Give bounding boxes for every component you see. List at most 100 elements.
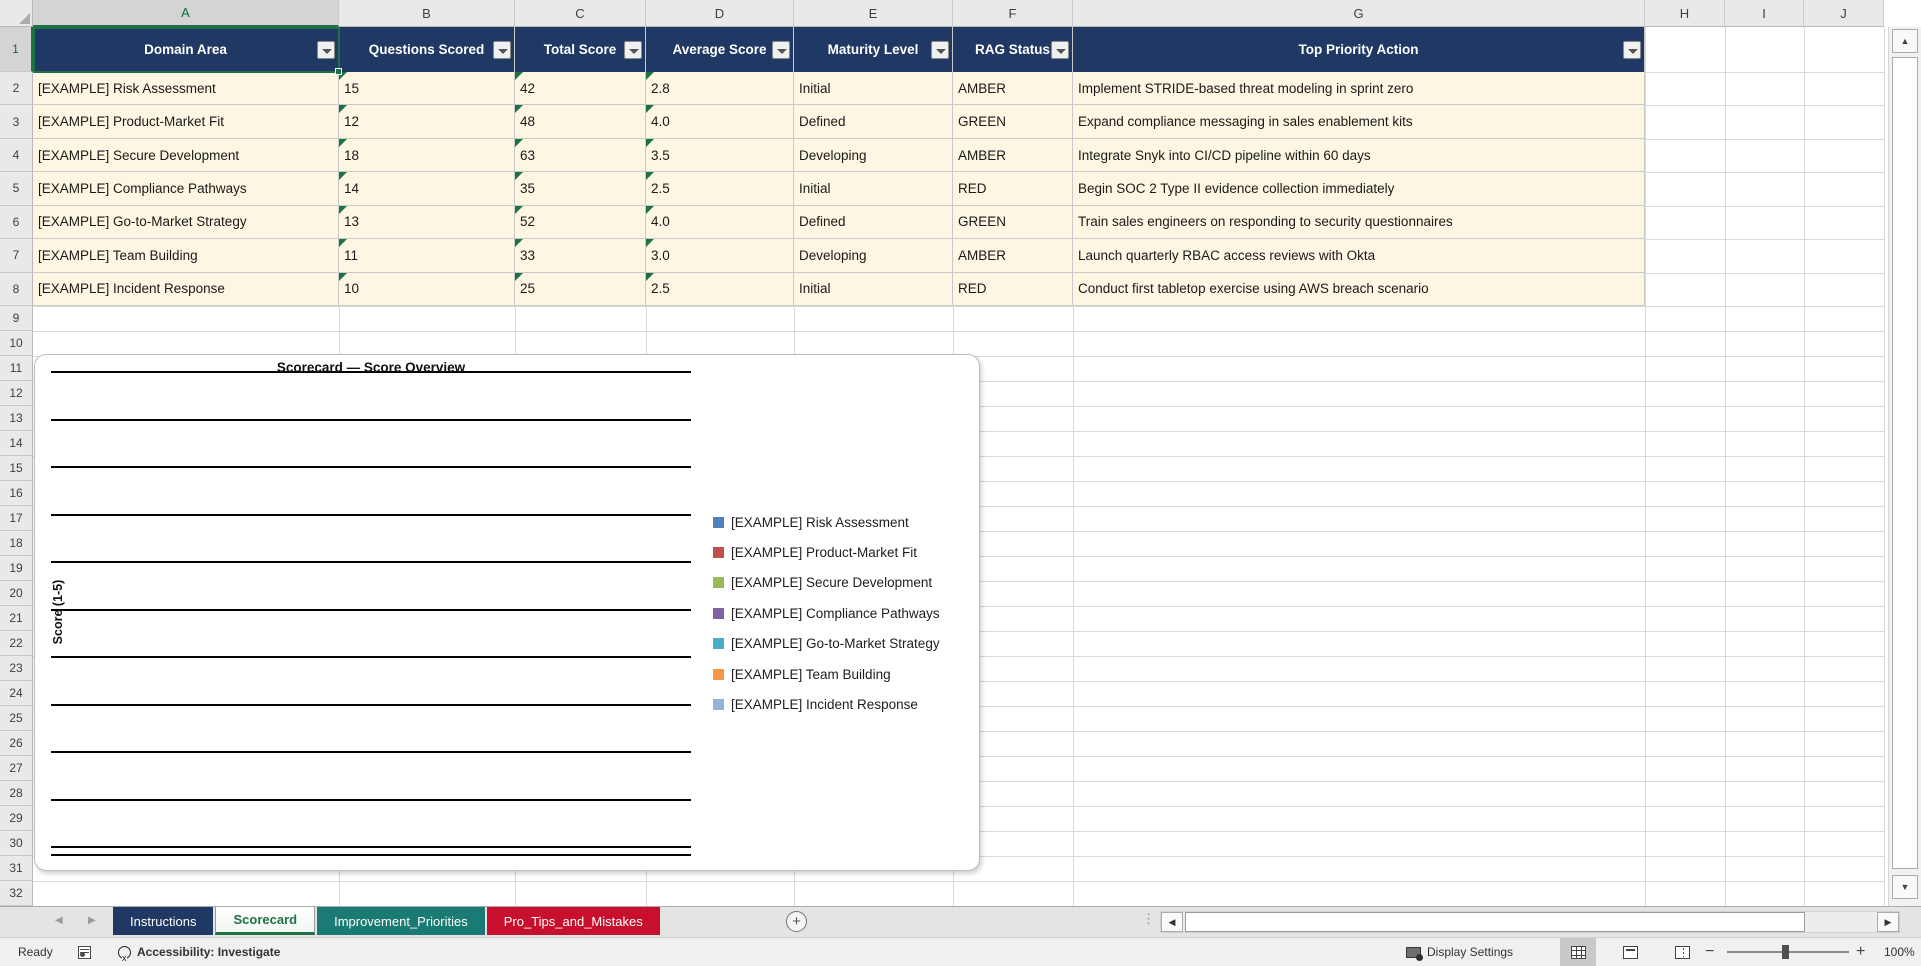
cell-C7[interactable]: 33 (515, 239, 646, 273)
table-header-questions-scored[interactable]: Questions Scored (339, 27, 515, 72)
row-header-7[interactable]: 7 (0, 239, 33, 273)
cell-F6[interactable]: GREEN (953, 205, 1073, 240)
row-header-9[interactable]: 9 (0, 306, 33, 331)
cell-F2[interactable]: AMBER (953, 72, 1073, 106)
row-header-8[interactable]: 8 (0, 272, 33, 306)
new-sheet-button[interactable]: + (786, 911, 807, 932)
table-header-total-score[interactable]: Total Score (515, 27, 646, 72)
cell-B5[interactable]: 14 (339, 172, 515, 206)
column-header-H[interactable]: H (1645, 0, 1725, 27)
table-header-average-score[interactable]: Average Score (646, 27, 794, 72)
cell-E2[interactable]: Initial (794, 72, 953, 106)
cell-F3[interactable]: GREEN (953, 105, 1073, 139)
sheet-tab-pro_tips_and_mistakes[interactable]: Pro_Tips_and_Mistakes (486, 907, 660, 935)
row-header-27[interactable]: 27 (0, 756, 33, 781)
row-header-12[interactable]: 12 (0, 381, 33, 406)
column-header-B[interactable]: B (339, 0, 515, 27)
macro-record-icon[interactable] (78, 938, 91, 966)
cell-B4[interactable]: 18 (339, 138, 515, 173)
scroll-left-button[interactable]: ◀ (1161, 912, 1183, 932)
row-header-29[interactable]: 29 (0, 806, 33, 831)
row-header-1[interactable]: 1 (0, 27, 33, 72)
row-header-2[interactable]: 2 (0, 72, 33, 106)
row-header-25[interactable]: 25 (0, 706, 33, 731)
row-header-3[interactable]: 3 (0, 105, 33, 139)
cell-E5[interactable]: Initial (794, 172, 953, 206)
cell-A7[interactable]: [EXAMPLE] Team Building (33, 239, 339, 273)
cell-B7[interactable]: 11 (339, 239, 515, 273)
cell-D6[interactable]: 4.0 (646, 205, 794, 240)
cell-G4[interactable]: Integrate Snyk into CI/CD pipeline withi… (1073, 138, 1645, 173)
vertical-scroll-thumb[interactable] (1892, 57, 1918, 869)
cell-C8[interactable]: 25 (515, 272, 646, 306)
filter-button[interactable] (624, 41, 642, 59)
cell-F4[interactable]: AMBER (953, 138, 1073, 173)
cell-A6[interactable]: [EXAMPLE] Go-to-Market Strategy (33, 205, 339, 240)
cell-B8[interactable]: 10 (339, 272, 515, 306)
view-normal-button[interactable] (1560, 938, 1596, 966)
zoom-out-button[interactable]: − (1705, 938, 1714, 966)
row-header-10[interactable]: 10 (0, 331, 33, 356)
row-header-5[interactable]: 5 (0, 172, 33, 206)
tab-scroll-right-icon[interactable]: ▶ (88, 915, 96, 926)
cell-A2[interactable]: [EXAMPLE] Risk Assessment (33, 72, 339, 106)
zoom-slider-handle[interactable] (1782, 945, 1789, 959)
display-settings-button[interactable]: Display Settings (1406, 938, 1513, 966)
cell-F7[interactable]: AMBER (953, 239, 1073, 273)
cell-A3[interactable]: [EXAMPLE] Product-Market Fit (33, 105, 339, 139)
row-header-32[interactable]: 32 (0, 881, 33, 906)
cell-G5[interactable]: Begin SOC 2 Type II evidence collection … (1073, 172, 1645, 206)
cell-G6[interactable]: Train sales engineers on responding to s… (1073, 205, 1645, 240)
column-header-C[interactable]: C (515, 0, 646, 27)
cell-C3[interactable]: 48 (515, 105, 646, 139)
cell-F8[interactable]: RED (953, 272, 1073, 306)
table-header-rag-status[interactable]: RAG Status (953, 27, 1073, 72)
select-all-corner[interactable] (0, 0, 33, 27)
view-page-break-button[interactable] (1664, 938, 1700, 966)
cell-E3[interactable]: Defined (794, 105, 953, 139)
cell-D5[interactable]: 2.5 (646, 172, 794, 206)
row-header-20[interactable]: 20 (0, 581, 33, 606)
cell-D8[interactable]: 2.5 (646, 272, 794, 306)
cell-G7[interactable]: Launch quarterly RBAC access reviews wit… (1073, 239, 1645, 273)
score-overview-chart[interactable]: Scorecard — Score Overview Score (1-5) [… (34, 354, 980, 871)
cell-E7[interactable]: Developing (794, 239, 953, 273)
horizontal-scroll-thumb[interactable] (1185, 912, 1805, 932)
cell-B2[interactable]: 15 (339, 72, 515, 106)
row-header-19[interactable]: 19 (0, 556, 33, 581)
row-header-30[interactable]: 30 (0, 831, 33, 856)
row-header-11[interactable]: 11 (0, 356, 33, 381)
row-header-15[interactable]: 15 (0, 456, 33, 481)
column-header-D[interactable]: D (646, 0, 794, 27)
cell-C6[interactable]: 52 (515, 205, 646, 240)
cell-F5[interactable]: RED (953, 172, 1073, 206)
cell-C2[interactable]: 42 (515, 72, 646, 106)
row-header-6[interactable]: 6 (0, 205, 33, 240)
scroll-down-button[interactable]: ▼ (1892, 875, 1918, 899)
row-header-21[interactable]: 21 (0, 606, 33, 631)
row-header-17[interactable]: 17 (0, 506, 33, 531)
sheet-tab-scorecard[interactable]: Scorecard (215, 907, 316, 935)
row-header-22[interactable]: 22 (0, 631, 33, 656)
filter-button[interactable] (931, 41, 949, 59)
cell-D4[interactable]: 3.5 (646, 138, 794, 173)
filter-button[interactable] (317, 41, 335, 59)
cell-A8[interactable]: [EXAMPLE] Incident Response (33, 272, 339, 306)
cell-E8[interactable]: Initial (794, 272, 953, 306)
row-header-14[interactable]: 14 (0, 431, 33, 456)
row-header-26[interactable]: 26 (0, 731, 33, 756)
column-header-A[interactable]: A (33, 0, 339, 27)
cell-A4[interactable]: [EXAMPLE] Secure Development (33, 138, 339, 173)
zoom-in-button[interactable]: + (1856, 938, 1865, 966)
column-header-G[interactable]: G (1073, 0, 1645, 27)
cell-D2[interactable]: 2.8 (646, 72, 794, 106)
cell-G3[interactable]: Expand compliance messaging in sales ena… (1073, 105, 1645, 139)
cell-G2[interactable]: Implement STRIDE-based threat modeling i… (1073, 72, 1645, 106)
cell-C5[interactable]: 35 (515, 172, 646, 206)
tab-scroll-left-icon[interactable]: ◀ (55, 915, 63, 926)
column-header-E[interactable]: E (794, 0, 953, 27)
cell-A5[interactable]: [EXAMPLE] Compliance Pathways (33, 172, 339, 206)
table-header-domain-area[interactable]: Domain Area (33, 27, 339, 72)
horizontal-scrollbar[interactable]: ◀ ▶ (1160, 911, 1900, 933)
accessibility-status[interactable]: Accessibility: Investigate (118, 938, 280, 966)
